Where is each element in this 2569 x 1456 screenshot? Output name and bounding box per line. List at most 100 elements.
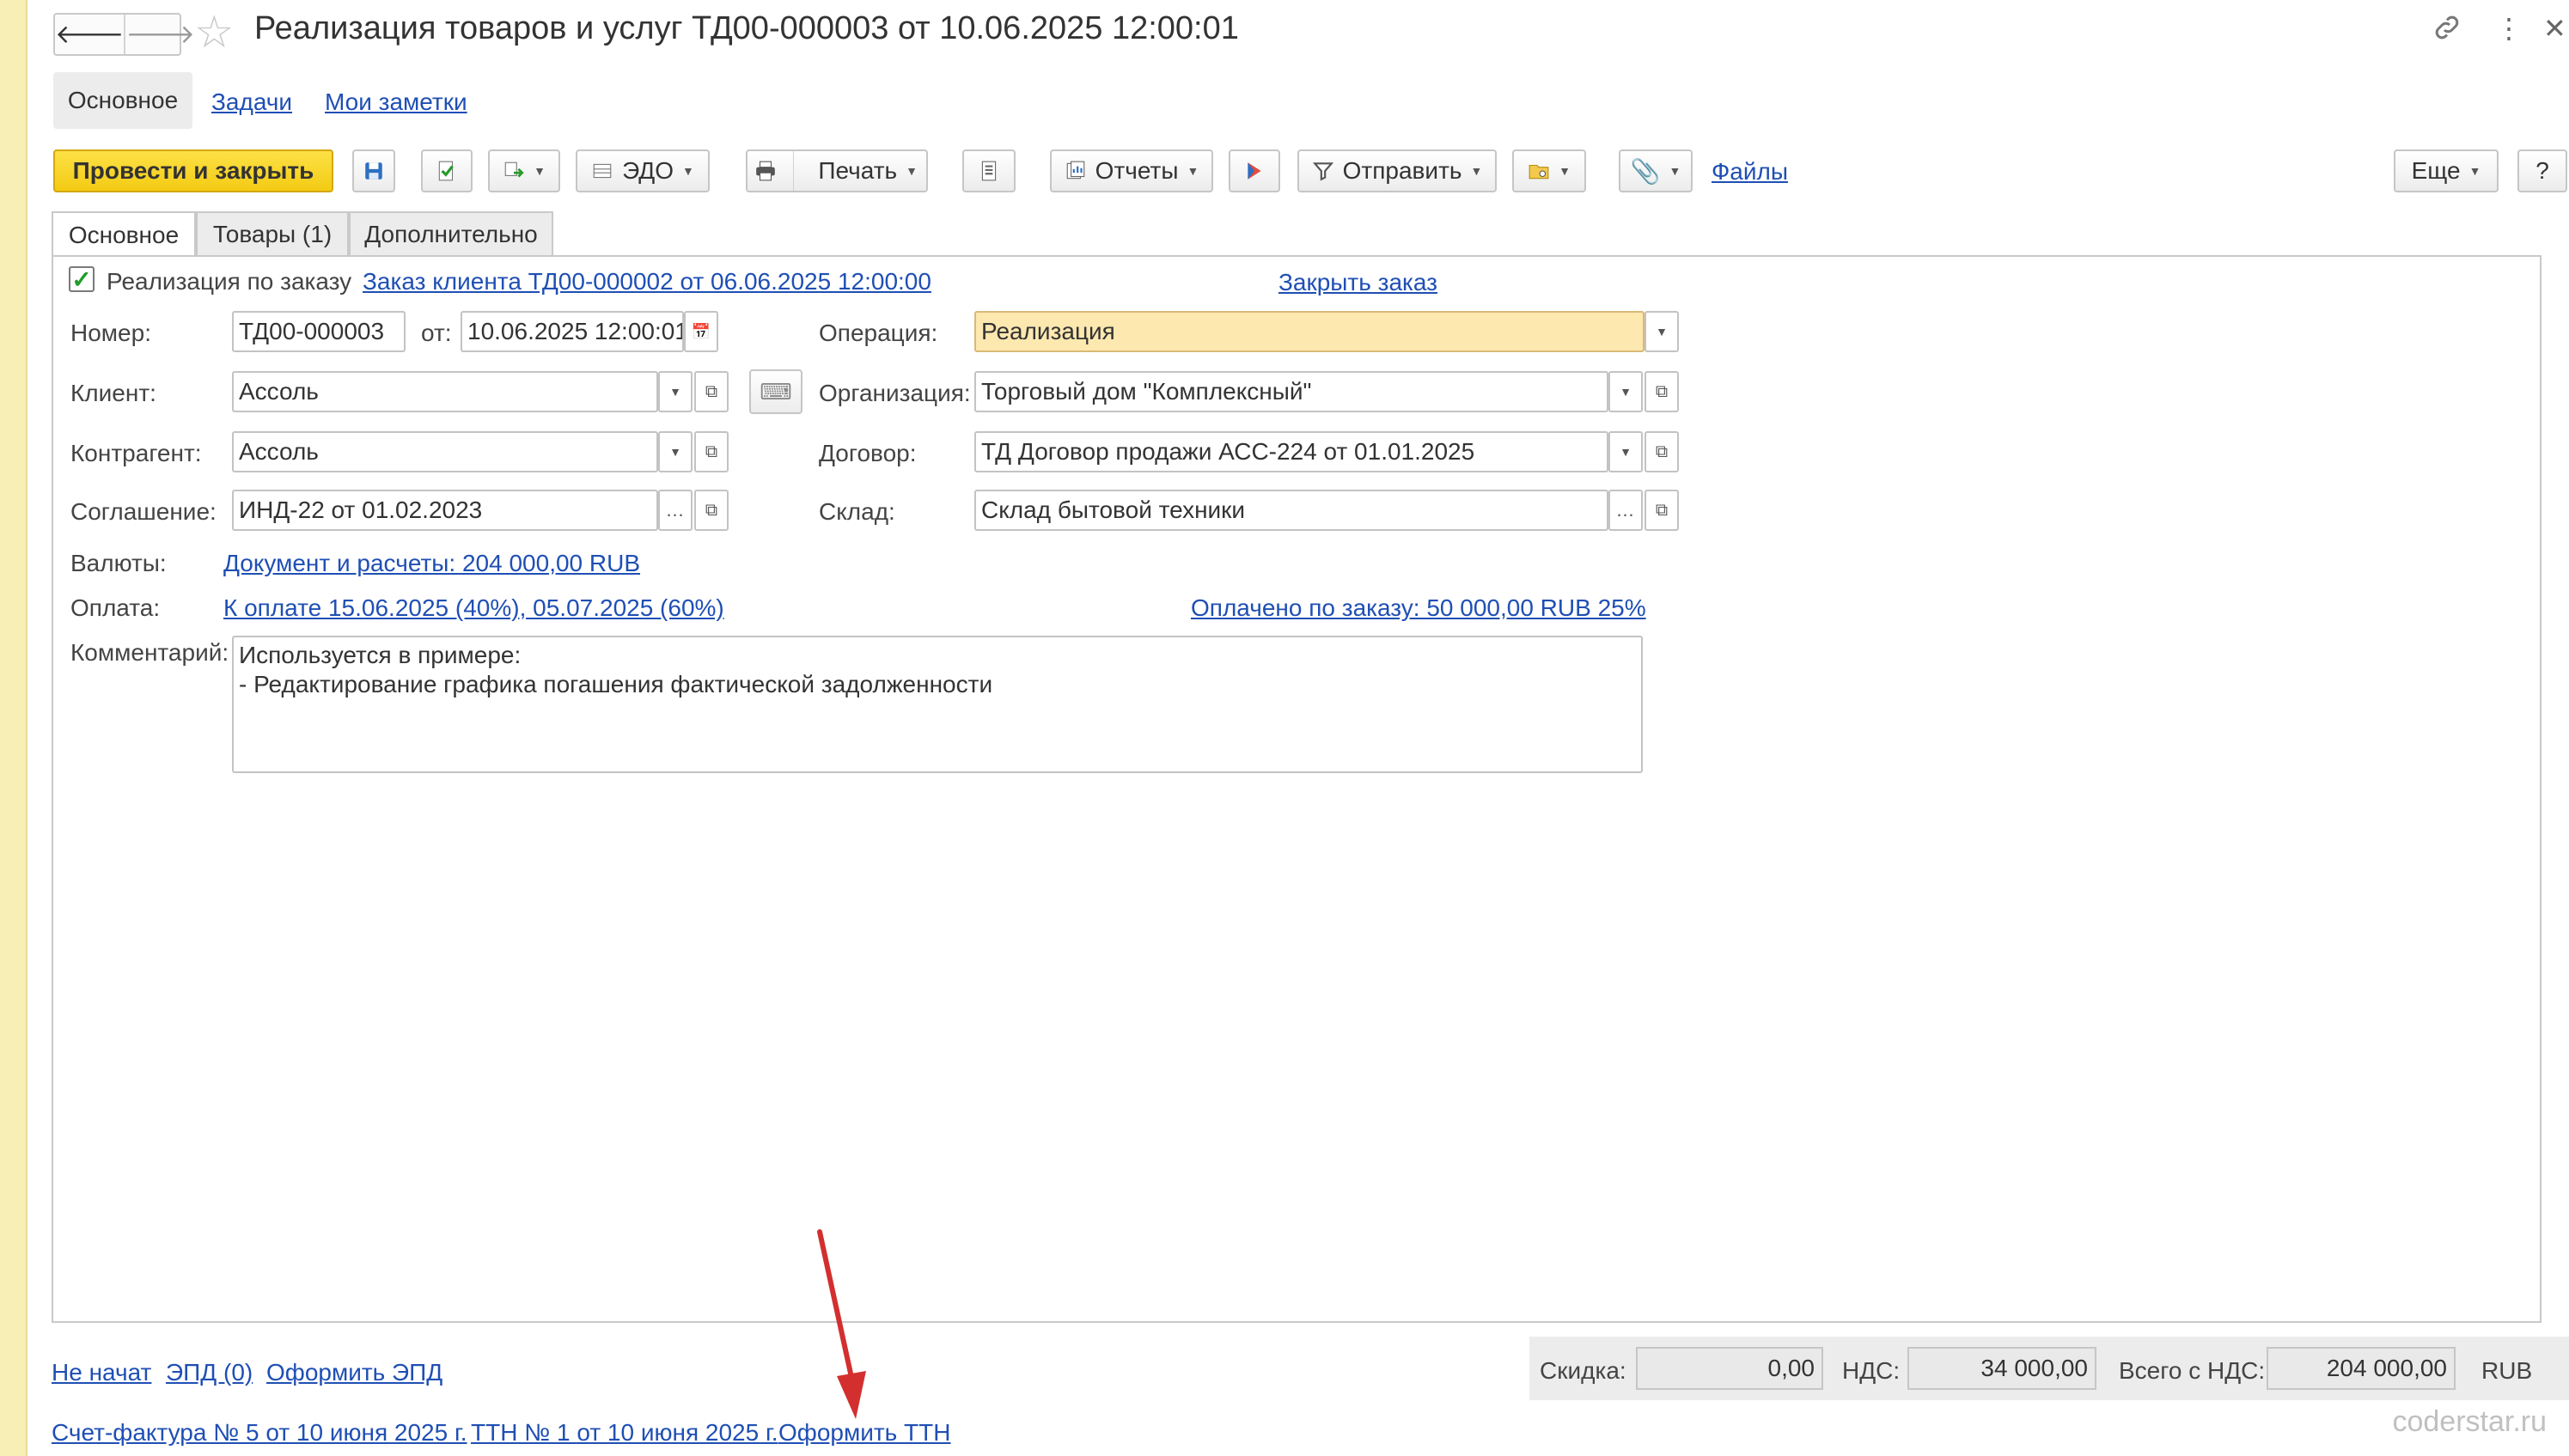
arrow-left-icon: 🡐: [55, 21, 125, 49]
send-filter-icon: [1312, 162, 1333, 181]
agreement-select-button[interactable]: …: [658, 490, 693, 531]
printer-icon: [748, 160, 784, 182]
edo-button[interactable]: ЭДО ▼: [576, 149, 710, 192]
close-icon[interactable]: ✕: [2543, 12, 2566, 45]
client-field[interactable]: Ассоль: [232, 371, 658, 412]
agreement-open-button[interactable]: ⧉: [694, 490, 729, 531]
operation-field[interactable]: Реализация: [974, 311, 1645, 352]
client-label: Клиент:: [70, 380, 156, 406]
organization-open-button[interactable]: ⧉: [1645, 371, 1679, 412]
make-epd-link[interactable]: Оформить ЭПД: [266, 1359, 442, 1386]
invoice-link[interactable]: Счет-фактура № 5 от 10 июня 2025 г.: [52, 1419, 467, 1447]
counterparty-field[interactable]: Ассоль: [232, 431, 658, 472]
chevron-down-icon: ▼: [2468, 164, 2481, 178]
floppy-disk-icon: [365, 162, 382, 180]
client-open-button[interactable]: ⧉: [694, 371, 729, 412]
calendar-button[interactable]: 📅: [684, 311, 718, 352]
organization-field[interactable]: Торговый дом "Комплексный": [974, 371, 1608, 412]
chevron-down-icon: ▼: [669, 445, 681, 459]
folder-gear-icon: [1529, 164, 1549, 180]
files-link[interactable]: Файлы: [1712, 158, 1788, 186]
total-label: Всего с НДС:: [2119, 1357, 2266, 1384]
agreement-label: Соглашение:: [70, 498, 217, 525]
order-checkbox-label: Реализация по заказу: [107, 268, 352, 295]
chevron-down-icon: ▼: [1470, 164, 1483, 178]
main-panel: [52, 255, 2542, 1323]
counterparty-dropdown-button[interactable]: ▼: [658, 431, 693, 472]
watermark: coderstar.ru: [2392, 1405, 2547, 1438]
create-based-on-button[interactable]: ▼: [488, 149, 560, 192]
chevron-down-icon: ▼: [1187, 164, 1199, 178]
print-button[interactable]: Печать ▼: [746, 149, 928, 192]
tab-main[interactable]: Основное: [53, 72, 192, 129]
contract-dropdown-button[interactable]: ▼: [1608, 431, 1643, 472]
link-icon[interactable]: [2432, 12, 2462, 50]
currency-label: Валюты:: [70, 550, 167, 576]
open-window-icon: ⧉: [1655, 442, 1669, 461]
keyboard-icon: ⌨: [760, 378, 792, 405]
date-field[interactable]: 10.06.2025 12:00:01: [461, 311, 684, 352]
chevron-down-icon: ▼: [1559, 164, 1571, 178]
ttn-link[interactable]: ТТН № 1 от 10 июня 2025 г.: [471, 1419, 778, 1447]
currency-code: RUB: [2481, 1357, 2533, 1384]
calendar-icon: 📅: [691, 322, 711, 340]
status-link[interactable]: Не начат: [52, 1359, 151, 1386]
help-button[interactable]: ?: [2517, 149, 2567, 192]
discount-label: Скидка:: [1540, 1357, 1626, 1384]
reports-button[interactable]: Отчеты ▼: [1050, 149, 1213, 192]
operation-dropdown-button[interactable]: ▼: [1645, 311, 1679, 352]
send-button[interactable]: Отправить ▼: [1297, 149, 1497, 192]
back-button[interactable]: 🡐: [55, 15, 124, 54]
attach-button[interactable]: 📎 ▼: [1619, 149, 1693, 192]
order-checkbox[interactable]: ✓: [69, 266, 95, 293]
paid-by-order-link[interactable]: Оплачено по заказу: 50 000,00 RUB 25%: [1191, 594, 1646, 622]
chevron-down-icon: ▼: [1620, 445, 1632, 459]
tab-my-notes[interactable]: Мои заметки: [325, 88, 467, 116]
vat-label: НДС:: [1842, 1357, 1901, 1384]
client-dropdown-button[interactable]: ▼: [658, 371, 693, 412]
more-vertical-icon[interactable]: ⋮: [2495, 12, 2523, 45]
number-field[interactable]: ТД00-000003: [232, 311, 406, 352]
date-label: от:: [421, 320, 452, 346]
client-order-link[interactable]: Заказ клиента ТД00-000002 от 06.06.2025 …: [363, 268, 931, 295]
document-structure-button[interactable]: [962, 149, 1016, 192]
ellipsis-icon: …: [1615, 499, 1636, 521]
comment-label: Комментарий:: [70, 639, 229, 666]
left-edge-strip: [0, 0, 27, 1456]
open-window-icon: ⧉: [1655, 500, 1669, 520]
make-ttn-link[interactable]: Оформить ТТН: [778, 1419, 950, 1447]
tab-tasks[interactable]: Задачи: [211, 88, 292, 116]
forward-button[interactable]: 🡒: [124, 15, 195, 54]
open-window-icon: ⧉: [705, 381, 718, 401]
close-order-link[interactable]: Закрыть заказ: [1278, 269, 1437, 296]
comment-field[interactable]: Используется в примере: - Редактирование…: [232, 636, 1643, 773]
warehouse-open-button[interactable]: ⧉: [1645, 490, 1679, 531]
organization-dropdown-button[interactable]: ▼: [1608, 371, 1643, 412]
page-tab-goods[interactable]: Товары (1): [196, 211, 349, 256]
page-tab-additional[interactable]: Дополнительно: [349, 211, 553, 256]
payment-schedule-link[interactable]: К оплате 15.06.2025 (40%), 05.07.2025 (6…: [223, 594, 724, 622]
post-and-close-button[interactable]: Провести и закрыть: [53, 149, 333, 192]
star-icon[interactable]: ☆: [194, 7, 235, 58]
save-button[interactable]: [352, 149, 395, 192]
currency-link[interactable]: Документ и расчеты: 204 000,00 RUB: [223, 550, 640, 577]
warehouse-field[interactable]: Склад бытовой техники: [974, 490, 1608, 531]
client-info-button[interactable]: ⌨: [749, 369, 802, 414]
agreement-field[interactable]: ИНД-22 от 01.02.2023: [232, 490, 658, 531]
contract-field[interactable]: ТД Договор продажи АСС-224 от 01.01.2025: [974, 431, 1608, 472]
bitrix-button[interactable]: [1229, 149, 1280, 192]
more-button[interactable]: Еще ▼: [2394, 149, 2499, 192]
open-window-icon: ⧉: [705, 500, 718, 520]
chevron-down-icon: ▼: [906, 164, 918, 178]
create-based-on-icon: [504, 161, 524, 178]
page-tab-main[interactable]: Основное: [52, 211, 196, 258]
warehouse-select-button[interactable]: …: [1608, 490, 1643, 531]
operation-label: Операция:: [819, 320, 938, 346]
vat-field: 34 000,00: [1907, 1347, 2096, 1390]
post-button[interactable]: [421, 149, 473, 192]
counterparty-open-button[interactable]: ⧉: [694, 431, 729, 472]
epd-link[interactable]: ЭПД (0): [166, 1359, 253, 1386]
contract-open-button[interactable]: ⧉: [1645, 431, 1679, 472]
attachments-menu-button[interactable]: ▼: [1512, 149, 1586, 192]
contract-label: Договор:: [819, 440, 917, 466]
